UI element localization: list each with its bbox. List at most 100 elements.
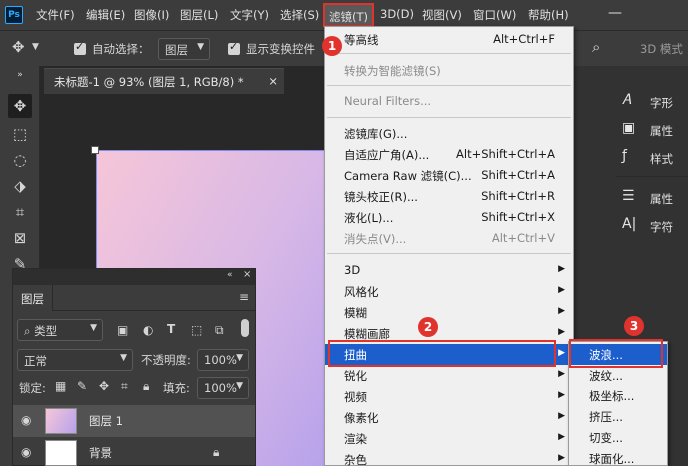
submenu-item-spherize[interactable]: 球面化... <box>569 448 667 466</box>
menu-help[interactable]: 帮助(H) <box>528 7 569 23</box>
opacity-input[interactable]: 100% ▼ <box>197 349 249 371</box>
menu-file[interactable]: 文件(F) <box>36 7 75 23</box>
menu-item-camera-raw[interactable]: Camera Raw 滤镜(C)... Shift+Ctrl+A <box>325 165 573 186</box>
menu-item-label: 挤压... <box>589 410 623 424</box>
menu-item-blur[interactable]: 模糊 ▶ <box>325 302 573 323</box>
shape-filter-icon[interactable]: ⬚ <box>191 323 202 337</box>
menu-3d[interactable]: 3D(D) <box>380 7 414 23</box>
layer-name[interactable]: 图层 1 <box>89 413 123 429</box>
smart-object-filter-icon[interactable]: ⧉ <box>215 323 224 338</box>
type-filter-icon[interactable]: T <box>167 322 175 336</box>
submenu-arrow-icon: ▶ <box>558 369 565 379</box>
properties-label: 属性 <box>650 124 673 138</box>
lasso-tool-icon[interactable]: ◌ <box>8 148 32 172</box>
layer-thumbnail <box>45 408 77 434</box>
move-tool-icon[interactable]: ✥ <box>8 94 32 118</box>
adjustment-filter-icon[interactable]: ◐ <box>143 323 153 337</box>
lock-all-icon[interactable]: 🔒︎ <box>143 379 149 394</box>
layers-tab-row: 图层 ≡ <box>13 285 255 311</box>
properties-icon: ▣ <box>622 120 636 136</box>
fill-value: 100% <box>204 381 237 395</box>
menu-select[interactable]: 选择(S) <box>280 7 319 23</box>
visibility-eye-icon[interactable]: ◉ <box>21 413 31 427</box>
menu-item-contour[interactable]: 等高线 Alt+Ctrl+F <box>325 29 573 50</box>
lock-transparent-icon[interactable]: ▦ <box>55 379 66 393</box>
panel-menu-icon[interactable]: ≡ <box>239 290 249 304</box>
menu-item-distort[interactable]: 扭曲 ▶ <box>325 344 573 365</box>
close-icon[interactable]: × <box>268 74 278 88</box>
submenu-item-ripple[interactable]: 波纹... <box>569 365 667 386</box>
layer-filter-dropdown[interactable]: ⌕ 类型 ▼ <box>17 319 103 341</box>
show-transform-checkbox[interactable] <box>228 40 240 55</box>
submenu-item-shear[interactable]: 切变... <box>569 427 667 448</box>
chevron-down-icon: ▼ <box>120 353 127 363</box>
lock-image-icon[interactable]: ✎ <box>77 379 87 393</box>
menu-item-render[interactable]: 渲染 ▶ <box>325 428 573 449</box>
menu-view[interactable]: 视图(V) <box>422 7 462 23</box>
frame-tool-icon[interactable]: ⊠ <box>8 226 32 250</box>
menu-item-label: 自适应广角(A)... <box>344 148 430 162</box>
menu-item-3d[interactable]: 3D ▶ <box>325 260 573 281</box>
menu-image[interactable]: 图像(I) <box>134 7 169 23</box>
menu-divider <box>327 253 571 254</box>
menu-item-video[interactable]: 视频 ▶ <box>325 386 573 407</box>
panel-header: « × <box>13 269 255 285</box>
menu-item-shortcut: Shift+Ctrl+A <box>481 168 555 182</box>
minimize-icon[interactable]: — <box>608 5 622 21</box>
menu-item-shortcut: Alt+Shift+Ctrl+A <box>456 147 555 161</box>
crop-tool-icon[interactable]: ⌗ <box>8 200 32 224</box>
chevron-down-icon[interactable]: ▼ <box>32 42 39 52</box>
menu-type[interactable]: 文字(Y) <box>230 7 269 23</box>
layer-name[interactable]: 背景 <box>89 445 112 461</box>
submenu-arrow-icon: ▶ <box>558 390 565 400</box>
distort-submenu: 波浪... 波纹... 极坐标... 挤压... 切变... 球面化... <box>568 341 668 466</box>
fill-input[interactable]: 100% ▼ <box>197 377 249 399</box>
menu-item-convert-smart-filter: 转换为智能滤镜(S) <box>325 60 573 81</box>
menu-item-lens-correction[interactable]: 镜头校正(R)... Shift+Ctrl+R <box>325 186 573 207</box>
collapse-icon[interactable]: « <box>227 270 233 280</box>
quick-select-tool-icon[interactable]: ⬗ <box>8 174 32 198</box>
submenu-arrow-icon: ▶ <box>558 327 565 337</box>
tab-layers[interactable]: 图层 <box>13 285 53 311</box>
menu-item-noise[interactable]: 杂色 ▶ <box>325 449 573 466</box>
lock-artboard-icon[interactable]: ⌗ <box>121 379 128 394</box>
menu-item-liquify[interactable]: 液化(L)... Shift+Ctrl+X <box>325 207 573 228</box>
lock-position-icon[interactable]: ✥ <box>99 379 109 393</box>
submenu-item-polar-coordinates[interactable]: 极坐标... <box>569 385 667 406</box>
layer-row[interactable]: ◉ 图层 1 <box>13 405 255 437</box>
filter-toggle[interactable] <box>241 319 249 337</box>
blend-mode-dropdown[interactable]: 正常 ▼ <box>17 349 133 371</box>
menu-item-label: 渲染 <box>344 432 367 446</box>
menu-item-adaptive-wide-angle[interactable]: 自适应广角(A)... Alt+Shift+Ctrl+A <box>325 144 573 165</box>
styles-fx-icon: ƒ <box>622 148 627 164</box>
show-transform-label: 显示变换控件 <box>246 42 315 56</box>
auto-select-checkbox[interactable] <box>74 40 86 55</box>
divider <box>616 176 688 177</box>
menu-item-label: 扭曲 <box>344 348 367 362</box>
menu-item-label: 模糊画廊 <box>344 327 390 341</box>
auto-select-label: 自动选择： <box>92 42 150 56</box>
menu-item-stylize[interactable]: 风格化 ▶ <box>325 281 573 302</box>
menu-window[interactable]: 窗口(W) <box>473 7 516 23</box>
submenu-item-wave[interactable]: 波浪... <box>569 344 667 365</box>
menu-edit[interactable]: 编辑(E) <box>86 7 125 23</box>
layer-row[interactable]: ◉ 背景 🔒︎ <box>13 437 255 466</box>
document-tab[interactable]: 未标题-1 @ 93% (图层 1, RGB/8) * × <box>44 68 284 94</box>
menu-item-filter-gallery[interactable]: 滤镜库(G)... <box>325 123 573 144</box>
menu-item-sharpen[interactable]: 锐化 ▶ <box>325 365 573 386</box>
move-tool-icon[interactable]: ✥ <box>12 38 25 56</box>
menu-item-blur-gallery[interactable]: 模糊画廊 ▶ <box>325 323 573 344</box>
menu-layer[interactable]: 图层(L) <box>180 7 218 23</box>
auto-select-dropdown[interactable]: 图层 ▼ <box>158 38 210 60</box>
menu-item-pixelate[interactable]: 像素化 ▶ <box>325 407 573 428</box>
submenu-item-pinch[interactable]: 挤压... <box>569 406 667 427</box>
menu-item-label: 锐化 <box>344 369 367 383</box>
visibility-eye-icon[interactable]: ◉ <box>21 445 31 459</box>
marquee-tool-icon[interactable]: ⬚ <box>8 122 32 146</box>
menu-filter[interactable]: 滤镜(T) <box>323 3 374 27</box>
search-icon[interactable]: ⌕ <box>592 38 600 56</box>
pixel-filter-icon[interactable]: ▣ <box>117 323 128 337</box>
transform-handle[interactable] <box>91 146 99 154</box>
close-icon[interactable]: × <box>243 269 251 280</box>
collapse-icon[interactable]: » <box>8 70 32 80</box>
